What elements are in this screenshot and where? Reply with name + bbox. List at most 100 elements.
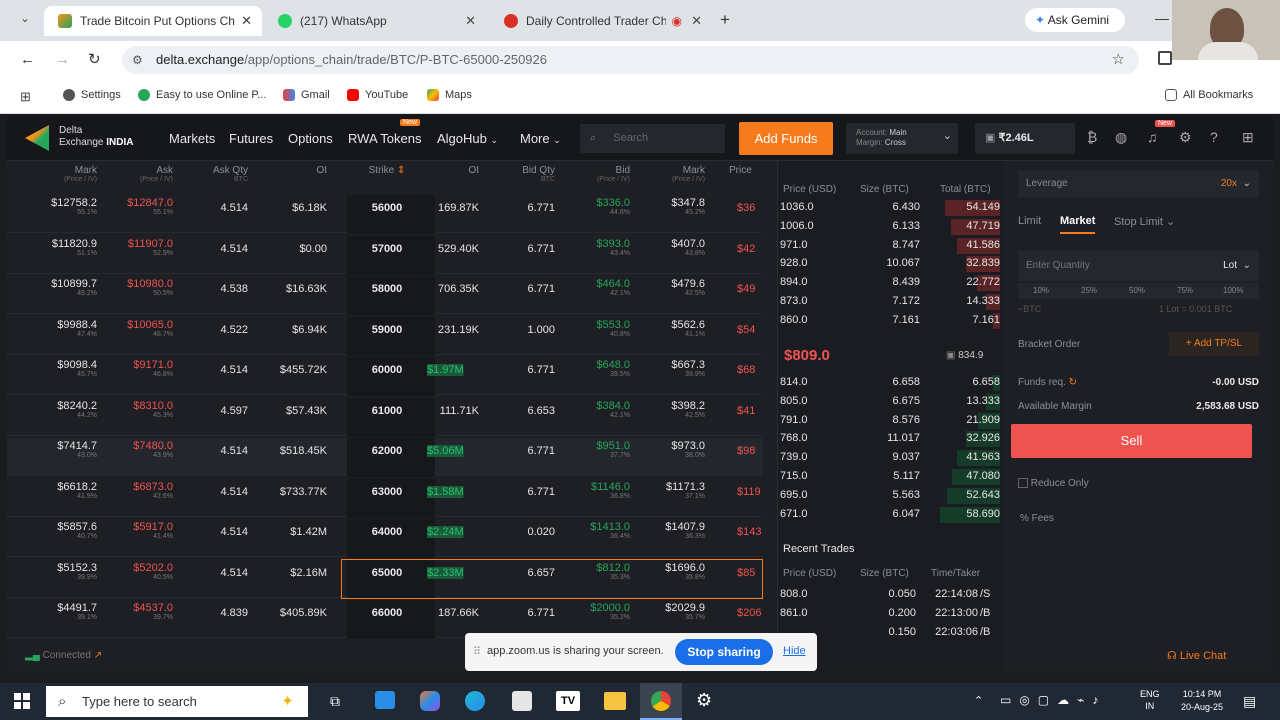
chain-cell-ask[interactable]: $5917.0 41.4% bbox=[107, 521, 173, 540]
chain-cell-strike[interactable]: 60000 bbox=[362, 364, 412, 376]
chain-cell-strike[interactable]: 63000 bbox=[362, 486, 412, 498]
live-chat-button[interactable]: ☊ Live Chat bbox=[1167, 649, 1226, 662]
chain-cell-mark2[interactable]: $407.0 43.8% bbox=[647, 238, 705, 257]
chain-cell-bid[interactable]: $393.0 43.4% bbox=[572, 238, 630, 257]
account-selector[interactable]: Account: Main Margin: Cross ⌄ bbox=[846, 123, 958, 154]
chain-cell-bid[interactable]: $1146.0 36.8% bbox=[572, 481, 630, 500]
header-ask-qty[interactable]: Ask Qty BTC bbox=[202, 165, 248, 183]
pct-25[interactable]: 25% bbox=[1081, 286, 1097, 295]
chain-cell-mark[interactable]: $6618.2 41.9% bbox=[35, 481, 97, 500]
header-mark[interactable]: Mark (Price / IV) bbox=[52, 165, 97, 183]
store-icon[interactable] bbox=[512, 691, 532, 711]
tab-search-menu-button[interactable]: ⌄ bbox=[14, 12, 36, 30]
chain-cell-mark[interactable]: $8240.2 44.2% bbox=[35, 400, 97, 419]
chain-cell-mark2[interactable]: $2029.9 35.7% bbox=[647, 602, 705, 621]
header-ask[interactable]: Ask (Price / IV) bbox=[127, 165, 173, 183]
chain-cell-bid[interactable]: $464.0 42.1% bbox=[572, 278, 630, 297]
nav-options[interactable]: Options bbox=[288, 131, 333, 146]
windows-start-icon[interactable] bbox=[14, 693, 30, 709]
help-icon[interactable]: ? bbox=[1210, 129, 1218, 145]
percent-slider[interactable]: 10% 25% 50% 75% 100% bbox=[1018, 283, 1259, 299]
tab-delta-exchange[interactable]: Trade Bitcoin Put Options Chain ✕ bbox=[44, 6, 262, 36]
forward-arrow-icon[interactable]: → bbox=[55, 51, 70, 68]
drag-handle-icon[interactable]: ⠿ bbox=[473, 645, 481, 658]
wallet-balance[interactable]: ▣ ₹2.46L bbox=[975, 123, 1075, 154]
ob-price[interactable]: 860.0 bbox=[780, 314, 818, 326]
chain-cell-bid[interactable]: $2000.0 35.2% bbox=[572, 602, 630, 621]
apps-grid-icon[interactable]: ⊞ bbox=[20, 89, 31, 105]
header-strike[interactable]: Strike ⇕ bbox=[362, 165, 412, 176]
add-tpsl-button[interactable]: + Add TP/SL bbox=[1169, 332, 1259, 356]
chain-cell-mark[interactable]: $9098.4 45.7% bbox=[35, 359, 97, 378]
bookmark-youtube[interactable]: YouTube bbox=[347, 89, 408, 101]
language-indicator[interactable]: ENG IN bbox=[1140, 688, 1160, 712]
chain-cell-ask[interactable]: $12847.0 55.1% bbox=[107, 197, 173, 216]
reload-icon[interactable]: ↻ bbox=[88, 50, 101, 68]
tab-limit[interactable]: Limit bbox=[1018, 215, 1041, 227]
chain-cell-ask[interactable]: $10065.0 48.7% bbox=[107, 319, 173, 338]
bookmark-maps[interactable]: Maps bbox=[427, 89, 472, 101]
chain-cell-mark[interactable]: $7414.7 43.0% bbox=[35, 440, 97, 459]
tab-daily-controlled-trader[interactable]: Daily Controlled Trader Ch... ◉ ✕ bbox=[490, 6, 712, 36]
ob-price[interactable]: 894.0 bbox=[780, 276, 818, 288]
tray-chevron-up-icon[interactable]: ⌃ bbox=[974, 694, 983, 707]
copilot-icon[interactable] bbox=[420, 691, 440, 711]
chain-cell-strike[interactable]: 57000 bbox=[362, 243, 412, 255]
tray-icons[interactable]: ▭◎▢☁⌁♪ bbox=[1000, 693, 1106, 707]
tradingview-icon[interactable]: TV bbox=[556, 691, 580, 711]
ob-price[interactable]: 814.0 bbox=[780, 376, 818, 388]
notification-center-icon[interactable]: ▤ bbox=[1243, 693, 1256, 710]
chain-cell-ask[interactable]: $4537.0 39.7% bbox=[107, 602, 173, 621]
pct-100[interactable]: 100% bbox=[1223, 286, 1243, 295]
chain-cell-ask[interactable]: $8310.0 45.3% bbox=[107, 400, 173, 419]
task-view-icon[interactable]: ⧉ bbox=[330, 693, 340, 710]
ob-price[interactable]: 971.0 bbox=[780, 239, 818, 251]
pct-75[interactable]: 75% bbox=[1177, 286, 1193, 295]
reduce-only-checkbox[interactable]: Reduce Only bbox=[1018, 478, 1089, 489]
close-tab-icon[interactable]: ✕ bbox=[241, 13, 252, 29]
quantity-input[interactable]: Enter Quantity Lot ⌄ bbox=[1018, 251, 1259, 281]
chain-cell-mark2[interactable]: $667.3 39.9% bbox=[647, 359, 705, 378]
profile-icon[interactable]: ◍ bbox=[1115, 129, 1127, 146]
delta-logo-icon[interactable] bbox=[25, 125, 49, 151]
chain-cell-ask[interactable]: $10980.0 50.5% bbox=[107, 278, 173, 297]
chain-cell-strike[interactable]: 56000 bbox=[362, 202, 412, 214]
ob-price[interactable]: 768.0 bbox=[780, 432, 818, 444]
chain-cell-bid[interactable]: $384.0 42.1% bbox=[572, 400, 630, 419]
chain-cell-mark[interactable]: $12758.2 55.1% bbox=[35, 197, 97, 216]
hide-link[interactable]: Hide bbox=[783, 645, 806, 657]
settings-app-icon[interactable]: ⚙ bbox=[696, 690, 712, 711]
tab-whatsapp[interactable]: (217) WhatsApp ✕ bbox=[264, 6, 486, 36]
extensions-icon[interactable] bbox=[1158, 51, 1172, 65]
chain-cell-mark2[interactable]: $1407.9 36.3% bbox=[647, 521, 705, 540]
tab-stop-limit[interactable]: Stop Limit ⌄ bbox=[1114, 215, 1175, 228]
bookmark-gmail[interactable]: Gmail bbox=[283, 89, 330, 101]
add-funds-button[interactable]: Add Funds bbox=[739, 122, 833, 155]
close-tab-icon[interactable]: ✕ bbox=[465, 13, 476, 29]
leverage-selector[interactable]: Leverage 20x ⌄ bbox=[1018, 171, 1259, 197]
header-oi-right[interactable]: OI bbox=[439, 165, 479, 176]
chain-cell-ask[interactable]: $9171.0 46.8% bbox=[107, 359, 173, 378]
chain-cell-mark2[interactable]: $1171.3 37.1% bbox=[647, 481, 705, 500]
chain-cell-mark2[interactable]: $347.8 45.2% bbox=[647, 197, 705, 216]
chain-cell-bid[interactable]: $1413.0 36.4% bbox=[572, 521, 630, 540]
chain-cell-mark2[interactable]: $398.2 42.5% bbox=[647, 400, 705, 419]
chain-cell-bid[interactable]: $951.0 37.7% bbox=[572, 440, 630, 459]
site-info-icon[interactable]: ⚙ bbox=[132, 46, 143, 74]
url-input[interactable]: ⚙ delta.exchange/app/options_chain/trade… bbox=[122, 46, 1139, 74]
taskbar-search-input[interactable]: ⌕ Type here to search ✦ bbox=[46, 686, 308, 717]
header-bid-qty[interactable]: Bid Qty BTC bbox=[507, 165, 555, 183]
bell-icon[interactable]: ♫ bbox=[1147, 129, 1158, 145]
chain-cell-strike[interactable]: 61000 bbox=[362, 405, 412, 417]
chain-cell-mark[interactable]: $10899.7 49.2% bbox=[35, 278, 97, 297]
ob-price[interactable]: 805.0 bbox=[780, 395, 818, 407]
external-link-icon[interactable]: ↗ bbox=[94, 650, 102, 661]
chain-cell-mark[interactable]: $5857.6 40.7% bbox=[35, 521, 97, 540]
ob-price[interactable]: 1036.0 bbox=[780, 201, 818, 213]
file-explorer-icon[interactable] bbox=[604, 692, 626, 710]
all-bookmarks-button[interactable]: All Bookmarks bbox=[1165, 89, 1253, 101]
header-bid[interactable]: Bid (Price / IV) bbox=[582, 165, 630, 183]
header-mark-right[interactable]: Mark (Price / IV) bbox=[655, 165, 705, 183]
ob-price[interactable]: 1006.0 bbox=[780, 220, 818, 232]
chain-cell-bid[interactable]: $812.0 35.3% bbox=[572, 562, 630, 581]
